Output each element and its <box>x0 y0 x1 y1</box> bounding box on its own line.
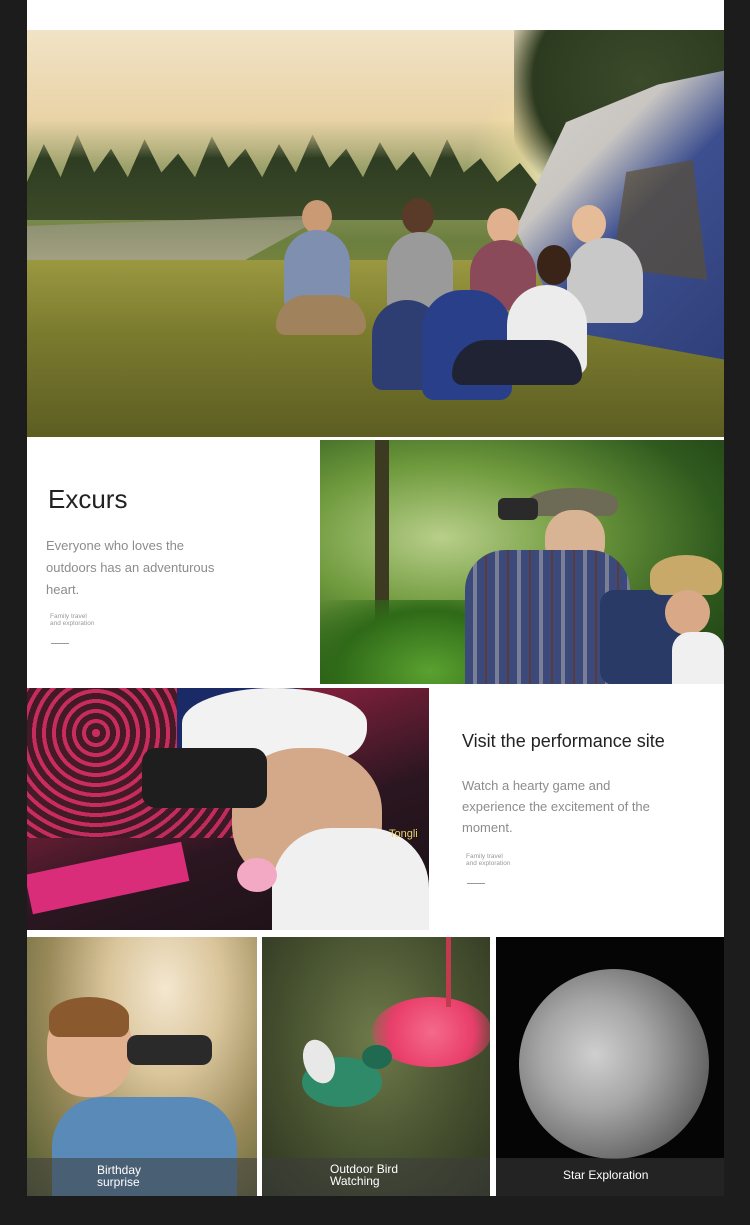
hiker-binoculars-photo <box>320 440 724 684</box>
tag-line: Family travel <box>466 853 503 860</box>
tile-label-line1: Star Exploration <box>563 1168 649 1182</box>
pink-banner <box>27 841 190 915</box>
binoculars <box>498 498 538 520</box>
camping-photo <box>27 30 724 437</box>
top-strip <box>27 0 724 30</box>
divider-dash <box>467 883 485 884</box>
child-hair <box>49 997 129 1037</box>
performance-description: Watch a hearty game and experience the e… <box>462 778 650 835</box>
excursion-title: Excurs <box>48 484 128 514</box>
moon <box>519 969 709 1159</box>
tag-line: Family travel <box>50 613 87 620</box>
person-legs <box>276 295 366 335</box>
white-shirt <box>272 828 429 930</box>
companion-shirt <box>672 632 724 684</box>
binoculars <box>127 1035 212 1065</box>
tag-line: and exploration <box>466 860 511 867</box>
tile-star-exploration: Star Exploration <box>496 937 724 1196</box>
excursion-description: Everyone who loves the outdoors has an a… <box>46 538 215 597</box>
divider-dash <box>51 643 69 644</box>
performance-title: Visit the performance site <box>462 731 665 751</box>
pink-toy <box>237 858 277 892</box>
stadium-crowd-photo: Tongli <box>27 688 429 930</box>
person-head <box>302 200 332 234</box>
companion-head <box>665 590 710 635</box>
person-head <box>402 198 434 234</box>
tile-label-bar <box>27 1158 257 1196</box>
person-head <box>487 208 519 244</box>
tag-line: and exploration <box>50 620 95 627</box>
person-legs <box>452 340 582 385</box>
flower-stem <box>446 937 451 1007</box>
excursion-tag: Family travel and exploration <box>50 613 94 627</box>
straw-hat <box>650 555 722 595</box>
performance-tag: Family travel and exploration <box>466 853 510 867</box>
tile-label-line2: surprise <box>97 1175 140 1189</box>
binoculars <box>142 748 267 808</box>
tile-label-line2: Watching <box>330 1174 380 1188</box>
person-head <box>537 245 571 285</box>
hummingbird-head <box>362 1045 392 1069</box>
watermark-text: Tongli <box>389 828 418 840</box>
tile-birthday: Birthday surprise <box>27 937 257 1196</box>
tile-bird-watching: Outdoor Bird Watching <box>262 937 490 1196</box>
